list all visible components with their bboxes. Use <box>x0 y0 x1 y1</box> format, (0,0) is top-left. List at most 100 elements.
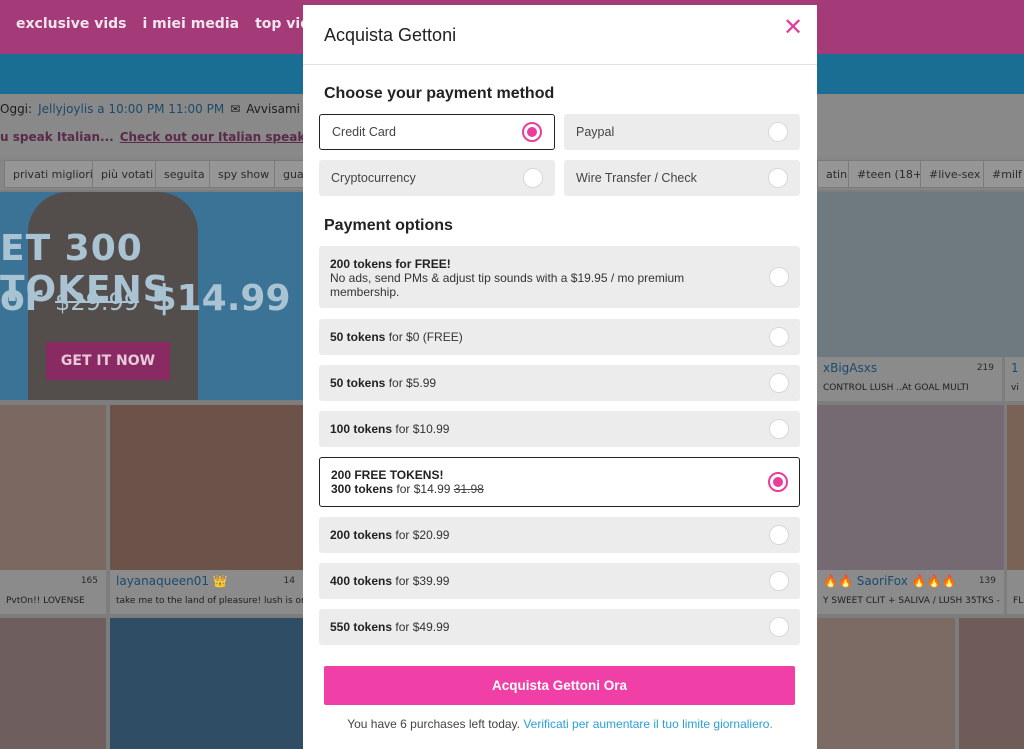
modal-header: Acquista Gettoni ✕ <box>303 5 817 65</box>
method-label: Cryptocurrency <box>331 171 416 185</box>
token-promo-banner[interactable]: ET 300 TOKENS or $29.99 $14.99 GET IT NO… <box>0 192 303 400</box>
payment-option-100[interactable]: 100 tokens for $10.99 <box>319 411 800 447</box>
radio-icon[interactable] <box>768 168 788 188</box>
modal-title: Acquista Gettoni <box>324 25 457 45</box>
method-wire-transfer[interactable]: Wire Transfer / Check <box>564 160 800 196</box>
promo-get-it-now-button[interactable]: GET IT NOW <box>46 342 170 380</box>
option-price: for $10.99 <box>392 422 450 436</box>
tag-private-best[interactable]: privati migliori <box>4 160 102 188</box>
cam-caption: PvtOn!! LOVENSE 165 <box>0 570 106 614</box>
radio-selected-icon[interactable] <box>768 472 788 492</box>
option-tokens: 200 tokens <box>330 528 393 542</box>
verify-limit-link[interactable]: Verificati per aumentare il tuo limite g… <box>523 717 772 731</box>
cam-thumbnail[interactable] <box>817 405 1004 570</box>
method-label: Paypal <box>576 125 615 139</box>
cam-thumbnail[interactable] <box>817 618 955 749</box>
radio-icon[interactable] <box>769 525 789 545</box>
option-promo: 200 FREE TOKENS! <box>331 468 444 482</box>
method-label: Credit Card <box>332 125 396 139</box>
radio-icon[interactable] <box>769 267 789 287</box>
cam-thumbnail[interactable] <box>110 618 303 749</box>
radio-icon[interactable] <box>769 327 789 347</box>
payment-option-50-free[interactable]: 50 tokens for $0 (FREE) <box>319 319 800 355</box>
option-tokens: 400 tokens <box>330 574 393 588</box>
cam-subject: PvtOn!! LOVENSE <box>6 596 85 606</box>
promo-price: or $29.99 $14.99 <box>0 278 291 319</box>
option-tokens: 550 tokens <box>330 620 393 634</box>
notify-link[interactable]: Avvisami <box>246 102 300 116</box>
method-label: Wire Transfer / Check <box>576 171 697 185</box>
purchases-left-text: You have 6 purchases left today. <box>347 717 524 731</box>
close-icon[interactable]: ✕ <box>781 15 805 39</box>
radio-icon[interactable] <box>769 571 789 591</box>
cam-caption: xBigAsxs CONTROL LUSH ..At GOAL MULTI 21… <box>817 357 1002 401</box>
payment-option-300-deal[interactable]: 200 FREE TOKENS! 300 tokens for $14.99 3… <box>319 457 800 507</box>
nav-exclusive-vids[interactable]: exclusive vids <box>16 16 127 32</box>
cam-thumbnail[interactable] <box>0 405 106 570</box>
tag-milf[interactable]: #milf <box>983 160 1024 188</box>
cam-thumbnail[interactable] <box>0 618 106 749</box>
option-price: for $49.99 <box>392 620 450 634</box>
tag-top-rated[interactable]: più votati <box>92 160 163 188</box>
cam-thumbnail[interactable] <box>817 192 1024 357</box>
cam-subject: take me to the land of pleasure! lush is… <box>116 596 310 606</box>
option-price: for $0 (FREE) <box>385 330 463 344</box>
radio-icon[interactable] <box>769 617 789 637</box>
payment-option-50[interactable]: 50 tokens for $5.99 <box>319 365 800 401</box>
option-price: for $5.99 <box>385 376 437 390</box>
cam-name[interactable]: xBigAsxs <box>823 361 877 375</box>
payment-option-200[interactable]: 200 tokens for $20.99 <box>319 517 800 553</box>
option-price: for $14.99 <box>393 482 454 496</box>
cam-caption: FL <box>1007 570 1024 614</box>
tag-live-sex[interactable]: #live-sex <box>920 160 990 188</box>
mail-icon: ✉ <box>230 102 241 116</box>
viewer-count: 219 <box>976 363 994 373</box>
radio-selected-icon[interactable] <box>522 122 542 142</box>
viewer-count: 14 <box>283 576 295 586</box>
cam-thumbnail[interactable] <box>110 405 303 570</box>
radio-icon[interactable] <box>523 168 543 188</box>
buy-tokens-button[interactable]: Acquista Gettoni Ora <box>324 666 795 705</box>
cam-subject: vi <box>1011 383 1019 393</box>
cam-name[interactable]: layanaqueen01 👑 <box>116 574 228 588</box>
method-credit-card[interactable]: Credit Card <box>319 114 555 150</box>
option-price: for $20.99 <box>392 528 450 542</box>
promo-new-price: $14.99 <box>151 278 291 319</box>
cam-caption: 🔥🔥 SaoriFox 🔥🔥🔥 Y SWEET CLIT + SALIVA / … <box>817 570 1004 614</box>
cam-thumbnail[interactable] <box>959 618 1024 749</box>
tag-following[interactable]: seguita <box>155 160 214 188</box>
payment-method-heading: Choose your payment method <box>324 85 555 102</box>
today-show-link[interactable]: Jellyjoylis a 10:00 PM 11:00 PM <box>38 102 224 116</box>
nav-my-media[interactable]: i miei media <box>143 16 240 32</box>
today-label: Oggi: <box>0 102 33 116</box>
option-tokens: 300 tokens <box>331 482 394 496</box>
payment-options-heading: Payment options <box>324 217 453 234</box>
cam-caption: 1 vi <box>1005 357 1024 401</box>
viewer-count: 165 <box>80 576 98 586</box>
method-cryptocurrency[interactable]: Cryptocurrency <box>319 160 555 196</box>
promo-old-price: $29.99 <box>55 288 140 316</box>
italian-text: u speak Italian... <box>0 130 114 144</box>
cam-subject: Y SWEET CLIT + SALIVA / LUSH 35TKS - <box>823 596 1000 606</box>
option-title: 200 tokens for FREE! <box>330 257 451 271</box>
option-tokens: 50 tokens <box>330 330 386 344</box>
option-tokens: 50 tokens <box>330 376 386 390</box>
cam-name[interactable]: 🔥🔥 SaoriFox 🔥🔥🔥 <box>823 574 956 588</box>
cam-thumbnail[interactable] <box>1007 405 1024 570</box>
radio-icon[interactable] <box>768 122 788 142</box>
option-description-cont: membership. <box>330 285 400 299</box>
radio-icon[interactable] <box>769 419 789 439</box>
option-description: No ads, send PMs & adjust tip sounds wit… <box>330 271 685 285</box>
cam-name[interactable]: 1 <box>1011 361 1019 375</box>
payment-option-premium[interactable]: 200 tokens for FREE! No ads, send PMs & … <box>319 246 800 308</box>
payment-option-400[interactable]: 400 tokens for $39.99 <box>319 563 800 599</box>
cam-subject: CONTROL LUSH ..At GOAL MULTI <box>823 383 969 393</box>
payment-option-550[interactable]: 550 tokens for $49.99 <box>319 609 800 645</box>
option-old-price: 31.98 <box>453 482 484 496</box>
option-price: for $39.99 <box>392 574 450 588</box>
method-paypal[interactable]: Paypal <box>564 114 800 150</box>
cam-subject: FL <box>1013 596 1024 606</box>
tag-spy-show[interactable]: spy show <box>209 160 279 188</box>
purchase-limit-note: You have 6 purchases left today. Verific… <box>303 717 817 731</box>
radio-icon[interactable] <box>769 373 789 393</box>
